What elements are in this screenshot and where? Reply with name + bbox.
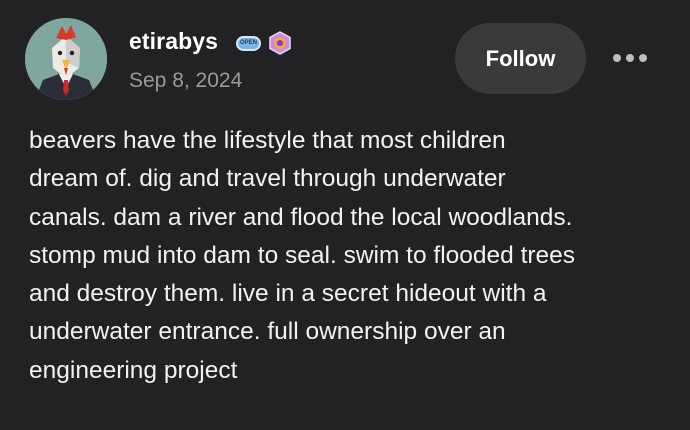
hexagon-badge-icon[interactable] [269, 31, 291, 55]
post-card: etirabys OPEN Sep 8, 2024 Follow beavers… [0, 0, 690, 430]
avatar[interactable] [25, 18, 107, 100]
open-badge-icon[interactable]: OPEN [236, 35, 261, 51]
dot [626, 54, 634, 62]
post-body-line: underwater entrance. full ownership over… [29, 318, 506, 346]
post-body-line: canals. dam a river and flood the local … [29, 203, 573, 231]
dot [613, 54, 621, 62]
post-body: beavers have the lifestyle that most chi… [29, 122, 669, 390]
follow-button[interactable]: Follow [455, 23, 586, 94]
dot [639, 54, 647, 62]
badges: OPEN [236, 31, 291, 55]
username[interactable]: etirabys [129, 28, 218, 55]
post-body-line: engineering project [29, 356, 238, 384]
avatar-icon [25, 18, 107, 100]
post-body-line: dream of. dig and travel through underwa… [29, 165, 506, 193]
post-body-line: stomp mud into dam to seal. swim to floo… [29, 241, 576, 269]
post-body-line: beavers have the lifestyle that most chi… [29, 127, 506, 154]
post-date: Sep 8, 2024 [129, 69, 243, 92]
more-icon[interactable] [611, 50, 649, 66]
post-body-line: and destroy them. live in a secret hideo… [29, 280, 547, 308]
